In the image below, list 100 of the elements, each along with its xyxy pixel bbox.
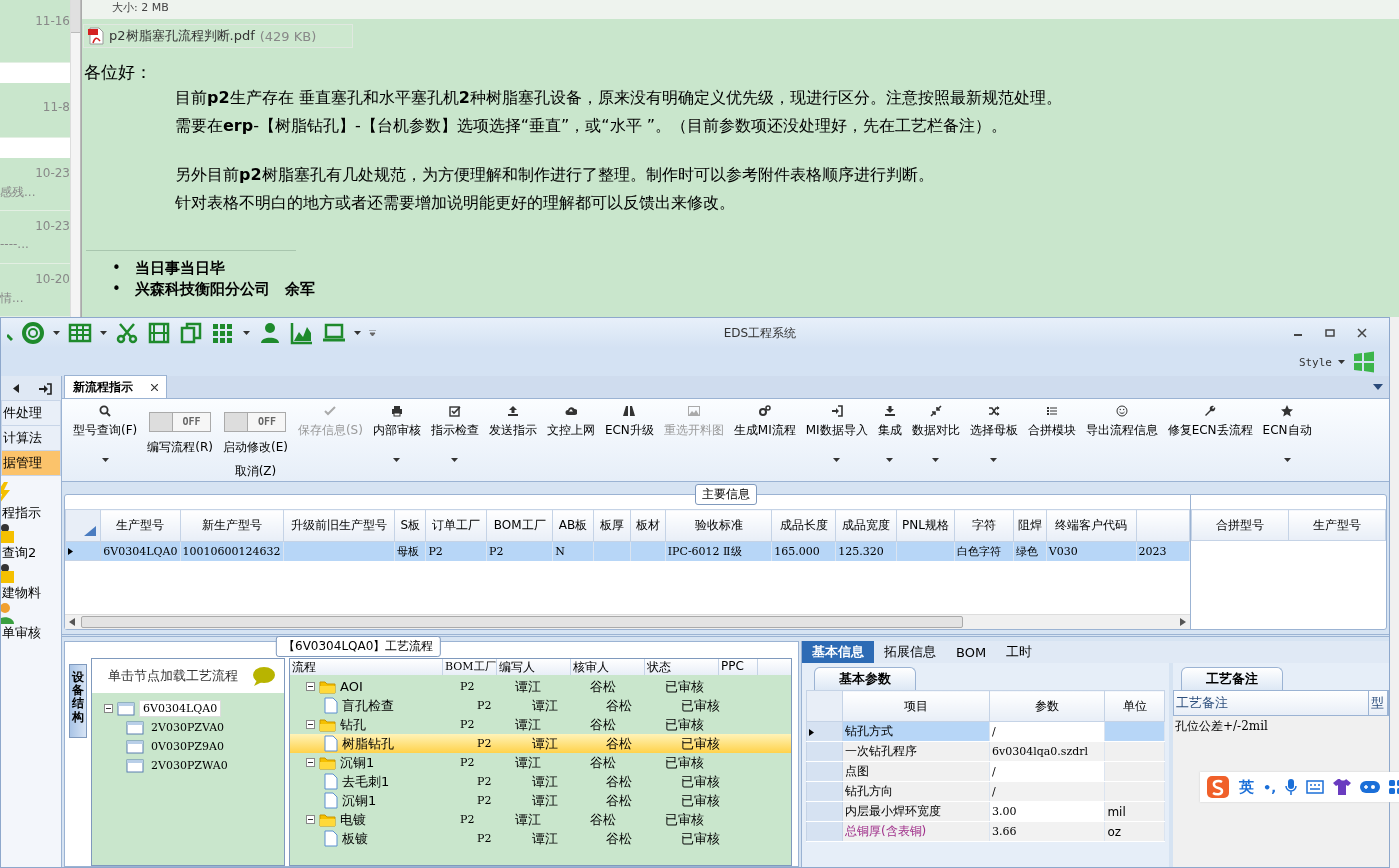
process-row[interactable]: 钻孔 P2 谭江 谷松 已审核 (290, 715, 791, 734)
person-icon[interactable] (258, 321, 282, 345)
process-row[interactable]: 沉铜1 P2 谭江 谷松 已审核 (290, 791, 791, 810)
column-header[interactable]: 板厚 (593, 509, 631, 542)
toolbar-button[interactable]: 型号查询(F) (68, 399, 143, 481)
collapse-icon[interactable] (306, 720, 315, 729)
tree-node[interactable]: 2V030PZVA0 (148, 720, 228, 735)
toolbar-button[interactable]: 文控上网 (541, 399, 600, 481)
column-header[interactable]: PPC (719, 659, 758, 675)
sign-in-icon[interactable] (39, 382, 52, 395)
toolbar-button[interactable]: 修复ECN丢流程 (1162, 399, 1258, 481)
process-row[interactable]: 去毛刺1 P2 谭江 谷松 已审核 (290, 772, 791, 791)
dropdown-icon[interactable] (1373, 384, 1383, 390)
column-header[interactable]: 新生产型号 (180, 509, 284, 542)
column-header[interactable]: 单位 (1104, 690, 1165, 722)
column-header[interactable]: 合拼型号 (1191, 509, 1289, 541)
grid-icon[interactable] (211, 321, 235, 345)
horizontal-scrollbar[interactable] (65, 614, 1190, 629)
column-header[interactable]: 验收标准 (665, 509, 772, 542)
toolbar-button[interactable]: ECN自动 (1257, 399, 1317, 481)
area-chart-icon[interactable] (290, 321, 314, 345)
nav-item[interactable]: 计算法 (1, 425, 61, 451)
column-header[interactable]: PNL规格 (896, 509, 955, 542)
column-header[interactable]: BOM工厂 (486, 509, 553, 542)
column-header[interactable]: 板材 (630, 509, 666, 542)
tab[interactable]: 拓展信息 (874, 641, 946, 663)
column-header[interactable]: 订单工厂 (425, 509, 487, 542)
maximize-icon[interactable] (1325, 328, 1335, 338)
keyboard-icon[interactable] (1306, 780, 1325, 794)
close-icon[interactable] (151, 383, 158, 391)
process-row[interactable]: 树脂钻孔 P2 谭江 谷松 已审核 (290, 734, 791, 753)
tree-node[interactable]: 6V0304LQA0 (139, 700, 222, 717)
punctuation-mode[interactable]: •, (1263, 779, 1277, 795)
table-icon[interactable] (68, 321, 92, 345)
column-header[interactable]: 状态 (645, 659, 719, 675)
toggle-switch[interactable]: OFF (224, 412, 287, 432)
tab[interactable]: 基本参数 (814, 667, 916, 690)
microphone-icon[interactable] (1285, 779, 1298, 795)
scissors-icon[interactable] (115, 321, 139, 345)
shirt-icon[interactable] (1333, 779, 1352, 795)
launcher-label[interactable]: 建物料 (2, 584, 41, 602)
toolbar-button[interactable]: ECN升级 (599, 399, 659, 481)
close-icon[interactable] (1357, 328, 1367, 338)
launcher-label[interactable]: 单审核 (2, 624, 41, 642)
toolbar-button[interactable]: 指示检查 (425, 399, 484, 481)
tab[interactable]: BOM (946, 641, 997, 663)
column-header[interactable]: S板 (394, 509, 426, 542)
scroll-left-icon[interactable] (69, 618, 75, 626)
tab[interactable]: 工时 (996, 641, 1043, 663)
column-header[interactable]: 升级前旧生产型号 (283, 509, 395, 542)
toolbar-button[interactable]: 发送指示 (483, 399, 542, 481)
collapse-icon[interactable] (306, 682, 315, 691)
folder-user-icon[interactable] (1, 562, 15, 584)
collapse-icon[interactable] (104, 704, 113, 713)
left-arrow-icon[interactable] (13, 384, 19, 393)
side-tab[interactable]: 设备结构 (69, 664, 87, 738)
toolbar-button[interactable]: 选择母板 (964, 399, 1023, 481)
column-header[interactable]: 成品长度 (771, 509, 836, 542)
tree-node[interactable]: 2V030PZWA0 (148, 758, 231, 773)
column-header[interactable]: 生产型号 (100, 509, 181, 542)
toolbar-button[interactable]: 内部审核 (367, 399, 426, 481)
gamepad-icon[interactable] (1360, 780, 1381, 794)
lifebuoy-icon[interactable] (21, 321, 45, 345)
process-row[interactable]: 盲孔检查 P2 谭江 谷松 已审核 (290, 696, 791, 715)
ime-logo-icon[interactable] (1206, 775, 1230, 799)
column-header[interactable]: 字符 (954, 509, 1014, 542)
person-icon[interactable] (1, 602, 15, 624)
scroll-right-icon[interactable] (1180, 618, 1186, 626)
launcher-label[interactable]: 程指示 (2, 504, 41, 522)
column-header[interactable]: 编写人 (497, 659, 571, 675)
column-header[interactable]: 核审人 (571, 659, 645, 675)
toolbar-button[interactable]: 集成 (872, 399, 907, 481)
tab[interactable]: 基本信息 (802, 641, 874, 663)
column-header[interactable]: 阻焊 (1013, 509, 1047, 542)
column-header[interactable]: 成品宽度 (835, 509, 897, 542)
input-mode[interactable]: 英 (1239, 777, 1254, 797)
process-row[interactable]: 沉铜1 P2 谭江 谷松 已审核 (290, 753, 791, 772)
process-row[interactable]: 板镀 P2 谭江 谷松 已审核 (290, 829, 791, 848)
column-header[interactable]: AB板 (552, 509, 594, 542)
column-header[interactable]: 流程 (290, 659, 443, 675)
scrollbar[interactable] (70, 0, 81, 317)
nav-item[interactable]: 件处理 (1, 400, 61, 426)
tree-node[interactable]: 0V030PZ9A0 (148, 739, 227, 754)
collapse-icon[interactable] (306, 758, 315, 767)
table-row[interactable]: 6V0304LQA0 10010600124632 母板 P2 P2 N IPC-6012 Ⅱ级 165.000 125.320 白色字符 绿色 V030 2023 (65, 541, 1190, 561)
launcher-label[interactable]: 查询2 (2, 544, 37, 562)
toolbar-button[interactable]: 生成MI流程 (728, 399, 801, 481)
column-header[interactable]: 项目 (842, 690, 990, 722)
column-header[interactable]: BOM工厂 (443, 659, 497, 675)
column-header[interactable]: 生产型号 (1288, 509, 1386, 541)
column-header[interactable]: 工艺备注 (1174, 691, 1369, 715)
style-menu[interactable]: Style (1298, 355, 1345, 369)
toggle-switch[interactable]: OFF (149, 412, 212, 432)
tab[interactable]: 工艺备注 (1181, 667, 1283, 690)
copy-icon[interactable] (179, 321, 203, 345)
film-icon[interactable] (147, 321, 171, 345)
attachment-link[interactable]: p2树脂塞孔流程判断.pdf (429 KB) (83, 24, 353, 48)
customize-icon[interactable] (369, 330, 376, 336)
process-row[interactable]: AOI P2 谭江 谷松 已审核 (290, 677, 791, 696)
nav-item[interactable]: 据管理 (1, 450, 61, 476)
